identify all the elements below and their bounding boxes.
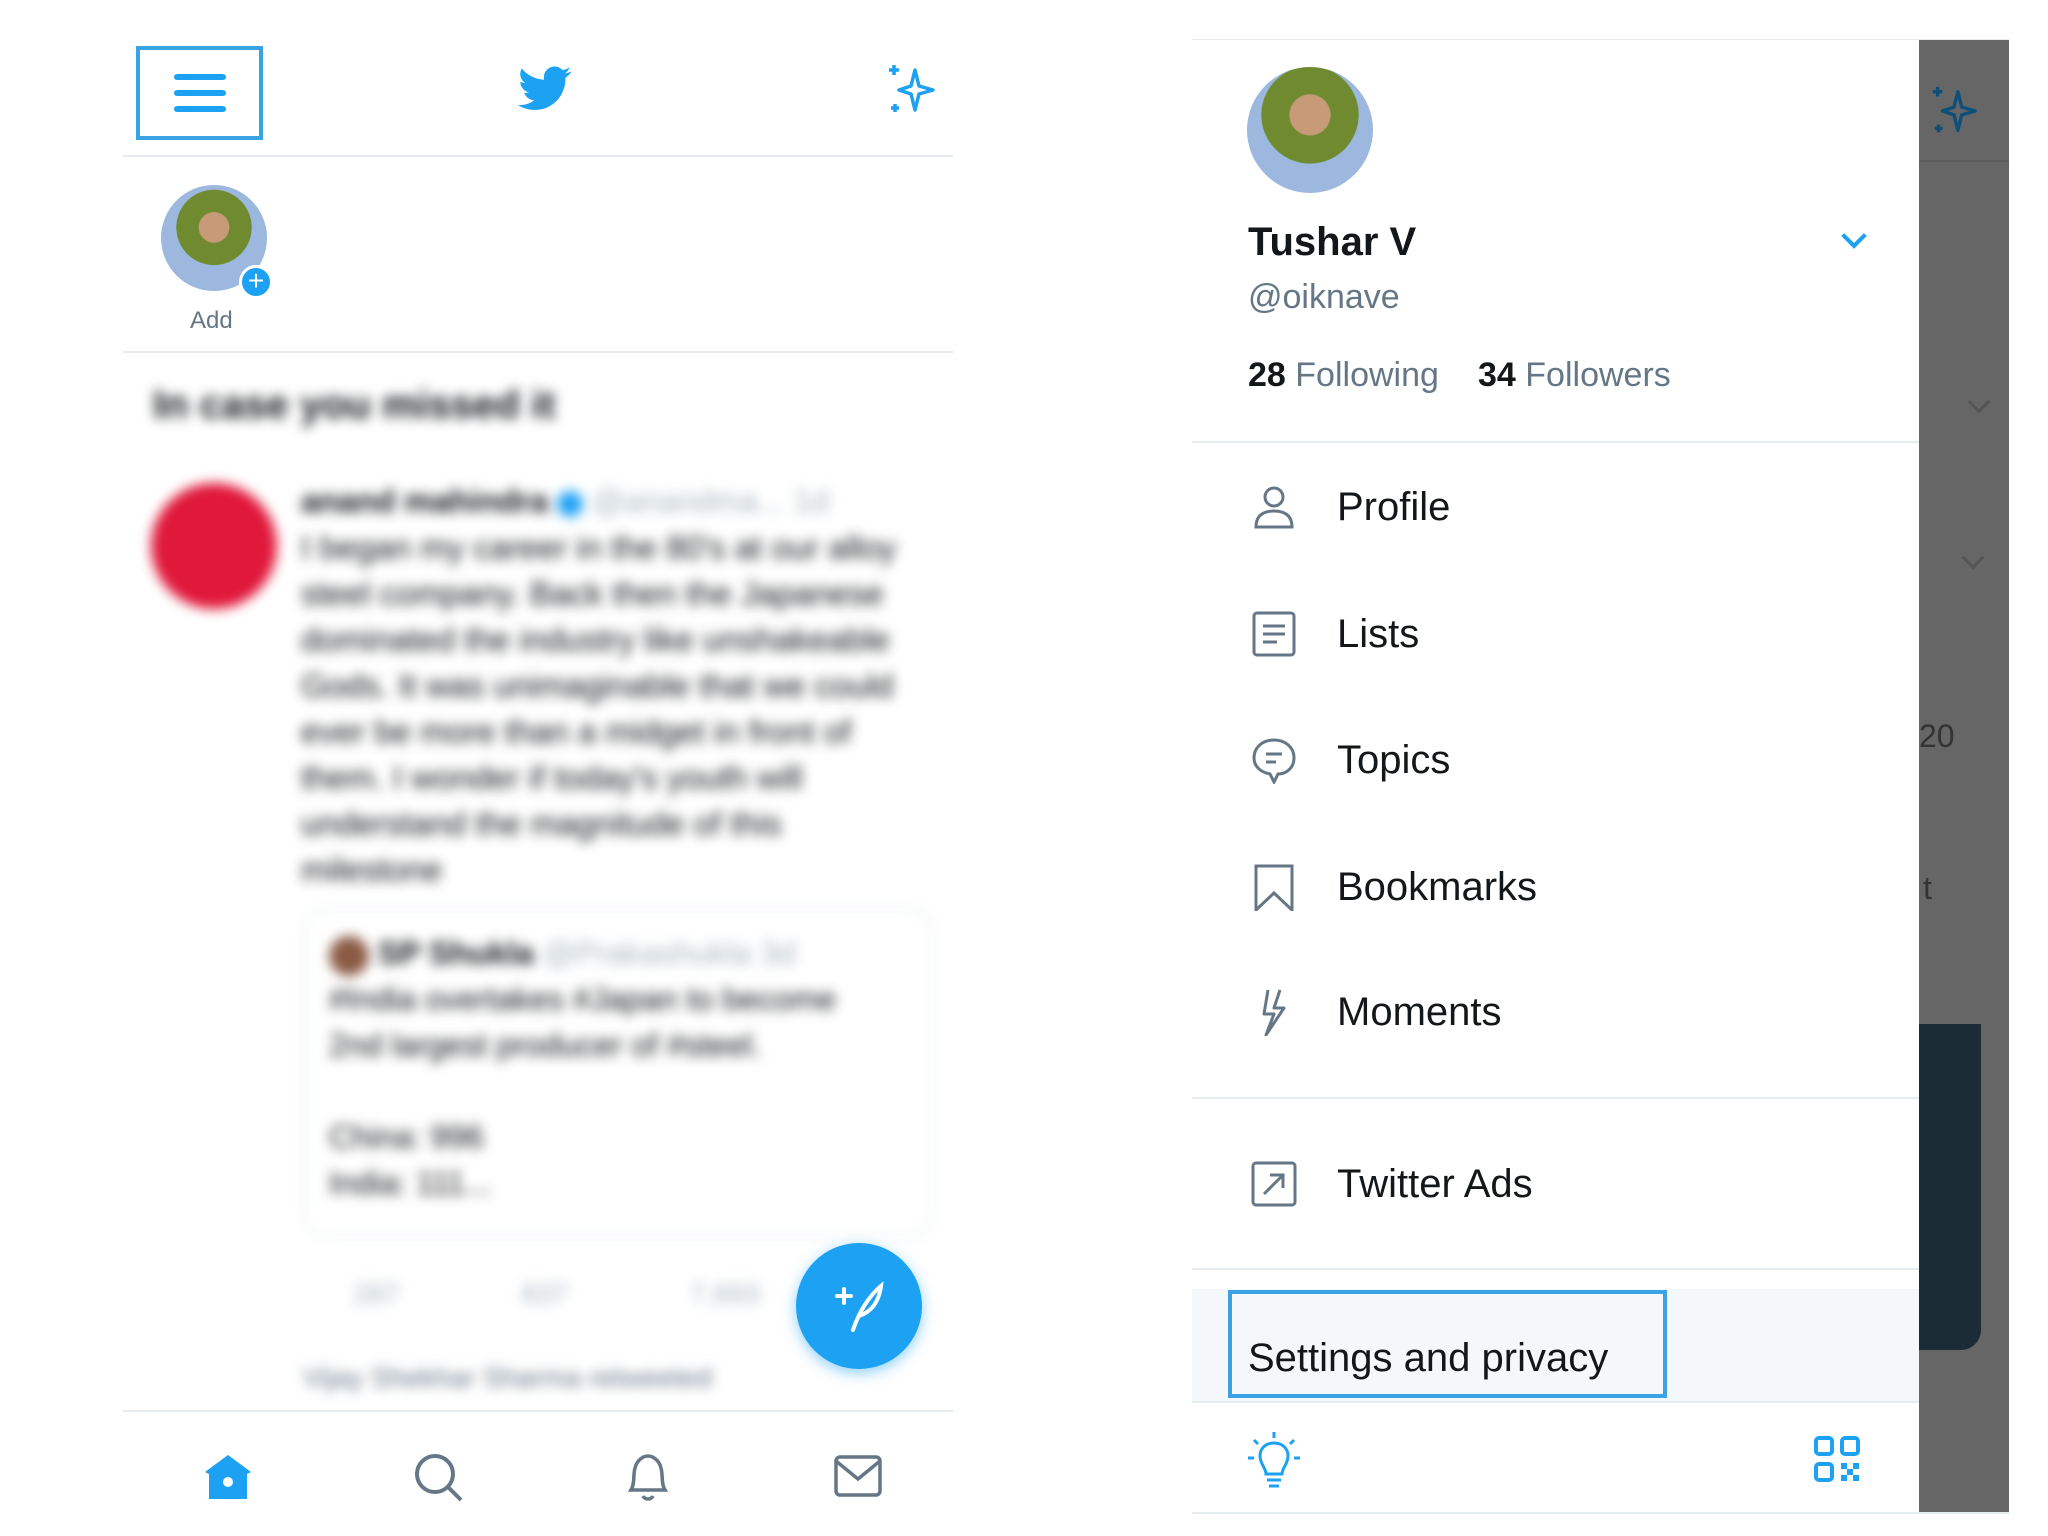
chevron-down-icon bbox=[1961, 546, 1985, 570]
messages-icon[interactable] bbox=[833, 1454, 883, 1498]
settings-and-privacy-button[interactable]: Settings and privacy bbox=[1228, 1290, 1667, 1398]
tweet-author[interactable]: anand mahindra bbox=[301, 483, 548, 519]
chevron-down-icon bbox=[1967, 390, 1991, 414]
sparkle-icon bbox=[1932, 86, 1977, 133]
menu-item-moments[interactable]: Moments bbox=[1192, 957, 1919, 1067]
tweet-line: dominated the industry like unshakeable bbox=[301, 621, 890, 658]
tweet-line: milestone bbox=[301, 851, 443, 888]
tweet-actions: 287 837 7,693 bbox=[303, 1278, 760, 1310]
like-count[interactable]: 7,693 bbox=[690, 1278, 760, 1309]
home-icon[interactable] bbox=[203, 1452, 253, 1502]
following-count: 28 bbox=[1248, 356, 1286, 394]
quote-line: China: 996 bbox=[329, 1119, 484, 1155]
compose-feather-icon bbox=[835, 1281, 884, 1332]
reply-count[interactable]: 287 bbox=[353, 1278, 400, 1309]
menu-label: Moments bbox=[1337, 989, 1502, 1034]
drawer-avatar[interactable] bbox=[1247, 67, 1373, 193]
lightning-icon bbox=[1262, 989, 1286, 1036]
menu-item-bookmarks[interactable]: Bookmarks bbox=[1192, 832, 1919, 942]
tweet-avatar bbox=[151, 483, 277, 609]
settings-label: Settings and privacy bbox=[1248, 1336, 1609, 1380]
menu-label: Topics bbox=[1337, 737, 1451, 782]
home-timeline: + Add In case you missed it anand mahind… bbox=[123, 0, 953, 1536]
quote-line: #India overtakes #Japan to become bbox=[329, 981, 836, 1017]
menu-item-profile[interactable]: Profile bbox=[1192, 452, 1919, 562]
tweet-header: anand mahindra @anandma... 1d bbox=[301, 483, 829, 520]
peek-text: t bbox=[1923, 870, 1932, 906]
quote-time: 3d bbox=[760, 935, 796, 971]
add-plus-icon: + bbox=[239, 265, 273, 299]
tweet-line: Gods. It was unimaginable that we could bbox=[301, 667, 894, 704]
lists-icon bbox=[1252, 611, 1296, 657]
tweet-text: I began my career in the 80's at our all… bbox=[301, 525, 896, 893]
verified-icon bbox=[557, 490, 584, 517]
following-link[interactable]: 28 Following bbox=[1248, 356, 1439, 395]
menu-label: Lists bbox=[1337, 611, 1420, 656]
dim-overlay[interactable]: 20 t bbox=[1919, 40, 2009, 1513]
menu-label: Profile bbox=[1337, 484, 1451, 529]
search-icon[interactable] bbox=[413, 1452, 465, 1504]
qr-code-icon[interactable] bbox=[1813, 1435, 1861, 1483]
menu-item-topics[interactable]: Topics bbox=[1192, 705, 1919, 815]
tweet-line: understand the magnitude of this bbox=[301, 805, 782, 842]
tweet-line: I began my career in the 80's at our all… bbox=[301, 529, 897, 566]
quoted-tweet[interactable]: SP Shukla @Prakashukla 3d #India overtak… bbox=[303, 908, 933, 1238]
compose-tweet-button[interactable] bbox=[796, 1243, 922, 1369]
account-handle: @oiknave bbox=[1248, 278, 1400, 316]
tweet-time: 1d bbox=[793, 483, 830, 519]
tweet-handle: @anandma... bbox=[591, 483, 785, 519]
quote-line: 2nd largest producer of #steel. bbox=[329, 1027, 762, 1063]
tweet-line: steel company. Back then the Japanese bbox=[301, 575, 884, 612]
hamburger-icon bbox=[173, 74, 226, 112]
menu-item-twitter-ads[interactable]: Twitter Ads bbox=[1192, 1129, 1919, 1239]
followers-count: 34 bbox=[1478, 356, 1516, 394]
quote-line: India: 111... bbox=[329, 1165, 492, 1201]
topics-icon bbox=[1252, 738, 1296, 784]
following-label: Following bbox=[1295, 356, 1439, 394]
account-name: Tushar V bbox=[1248, 220, 1417, 264]
retweeted-by: Vijay Shekhar Sharma retweeted bbox=[303, 1362, 712, 1393]
followers-label: Followers bbox=[1525, 356, 1671, 394]
peek-media bbox=[1919, 1024, 1981, 1350]
twitter-bird-icon[interactable] bbox=[518, 66, 572, 112]
fleet-avatar-add[interactable]: + bbox=[161, 185, 273, 299]
person-icon bbox=[1254, 486, 1294, 529]
retweet-count[interactable]: 837 bbox=[522, 1278, 569, 1309]
fleet-add-label: Add bbox=[190, 307, 233, 334]
menu-button[interactable] bbox=[136, 46, 263, 140]
tweet-line: them. I wonder if today's youth will bbox=[301, 759, 803, 796]
followers-link[interactable]: 34 Followers bbox=[1478, 356, 1671, 395]
menu-label: Twitter Ads bbox=[1337, 1161, 1533, 1206]
quote-handle: @Prakashukla bbox=[542, 935, 752, 971]
menu-label: Bookmarks bbox=[1337, 864, 1538, 909]
tweet-line: ever be more than a midget in front of bbox=[301, 713, 852, 750]
bookmark-icon bbox=[1254, 864, 1294, 911]
notifications-icon[interactable] bbox=[623, 1450, 673, 1504]
peek-text: 20 bbox=[1919, 718, 1955, 754]
external-link-icon bbox=[1251, 1161, 1297, 1207]
section-title: In case you missed it bbox=[153, 383, 556, 427]
lightbulb-icon[interactable] bbox=[1246, 1430, 1302, 1490]
quote-author: SP Shukla bbox=[377, 935, 534, 971]
sparkle-icon[interactable] bbox=[883, 62, 939, 118]
menu-item-lists[interactable]: Lists bbox=[1192, 579, 1919, 689]
